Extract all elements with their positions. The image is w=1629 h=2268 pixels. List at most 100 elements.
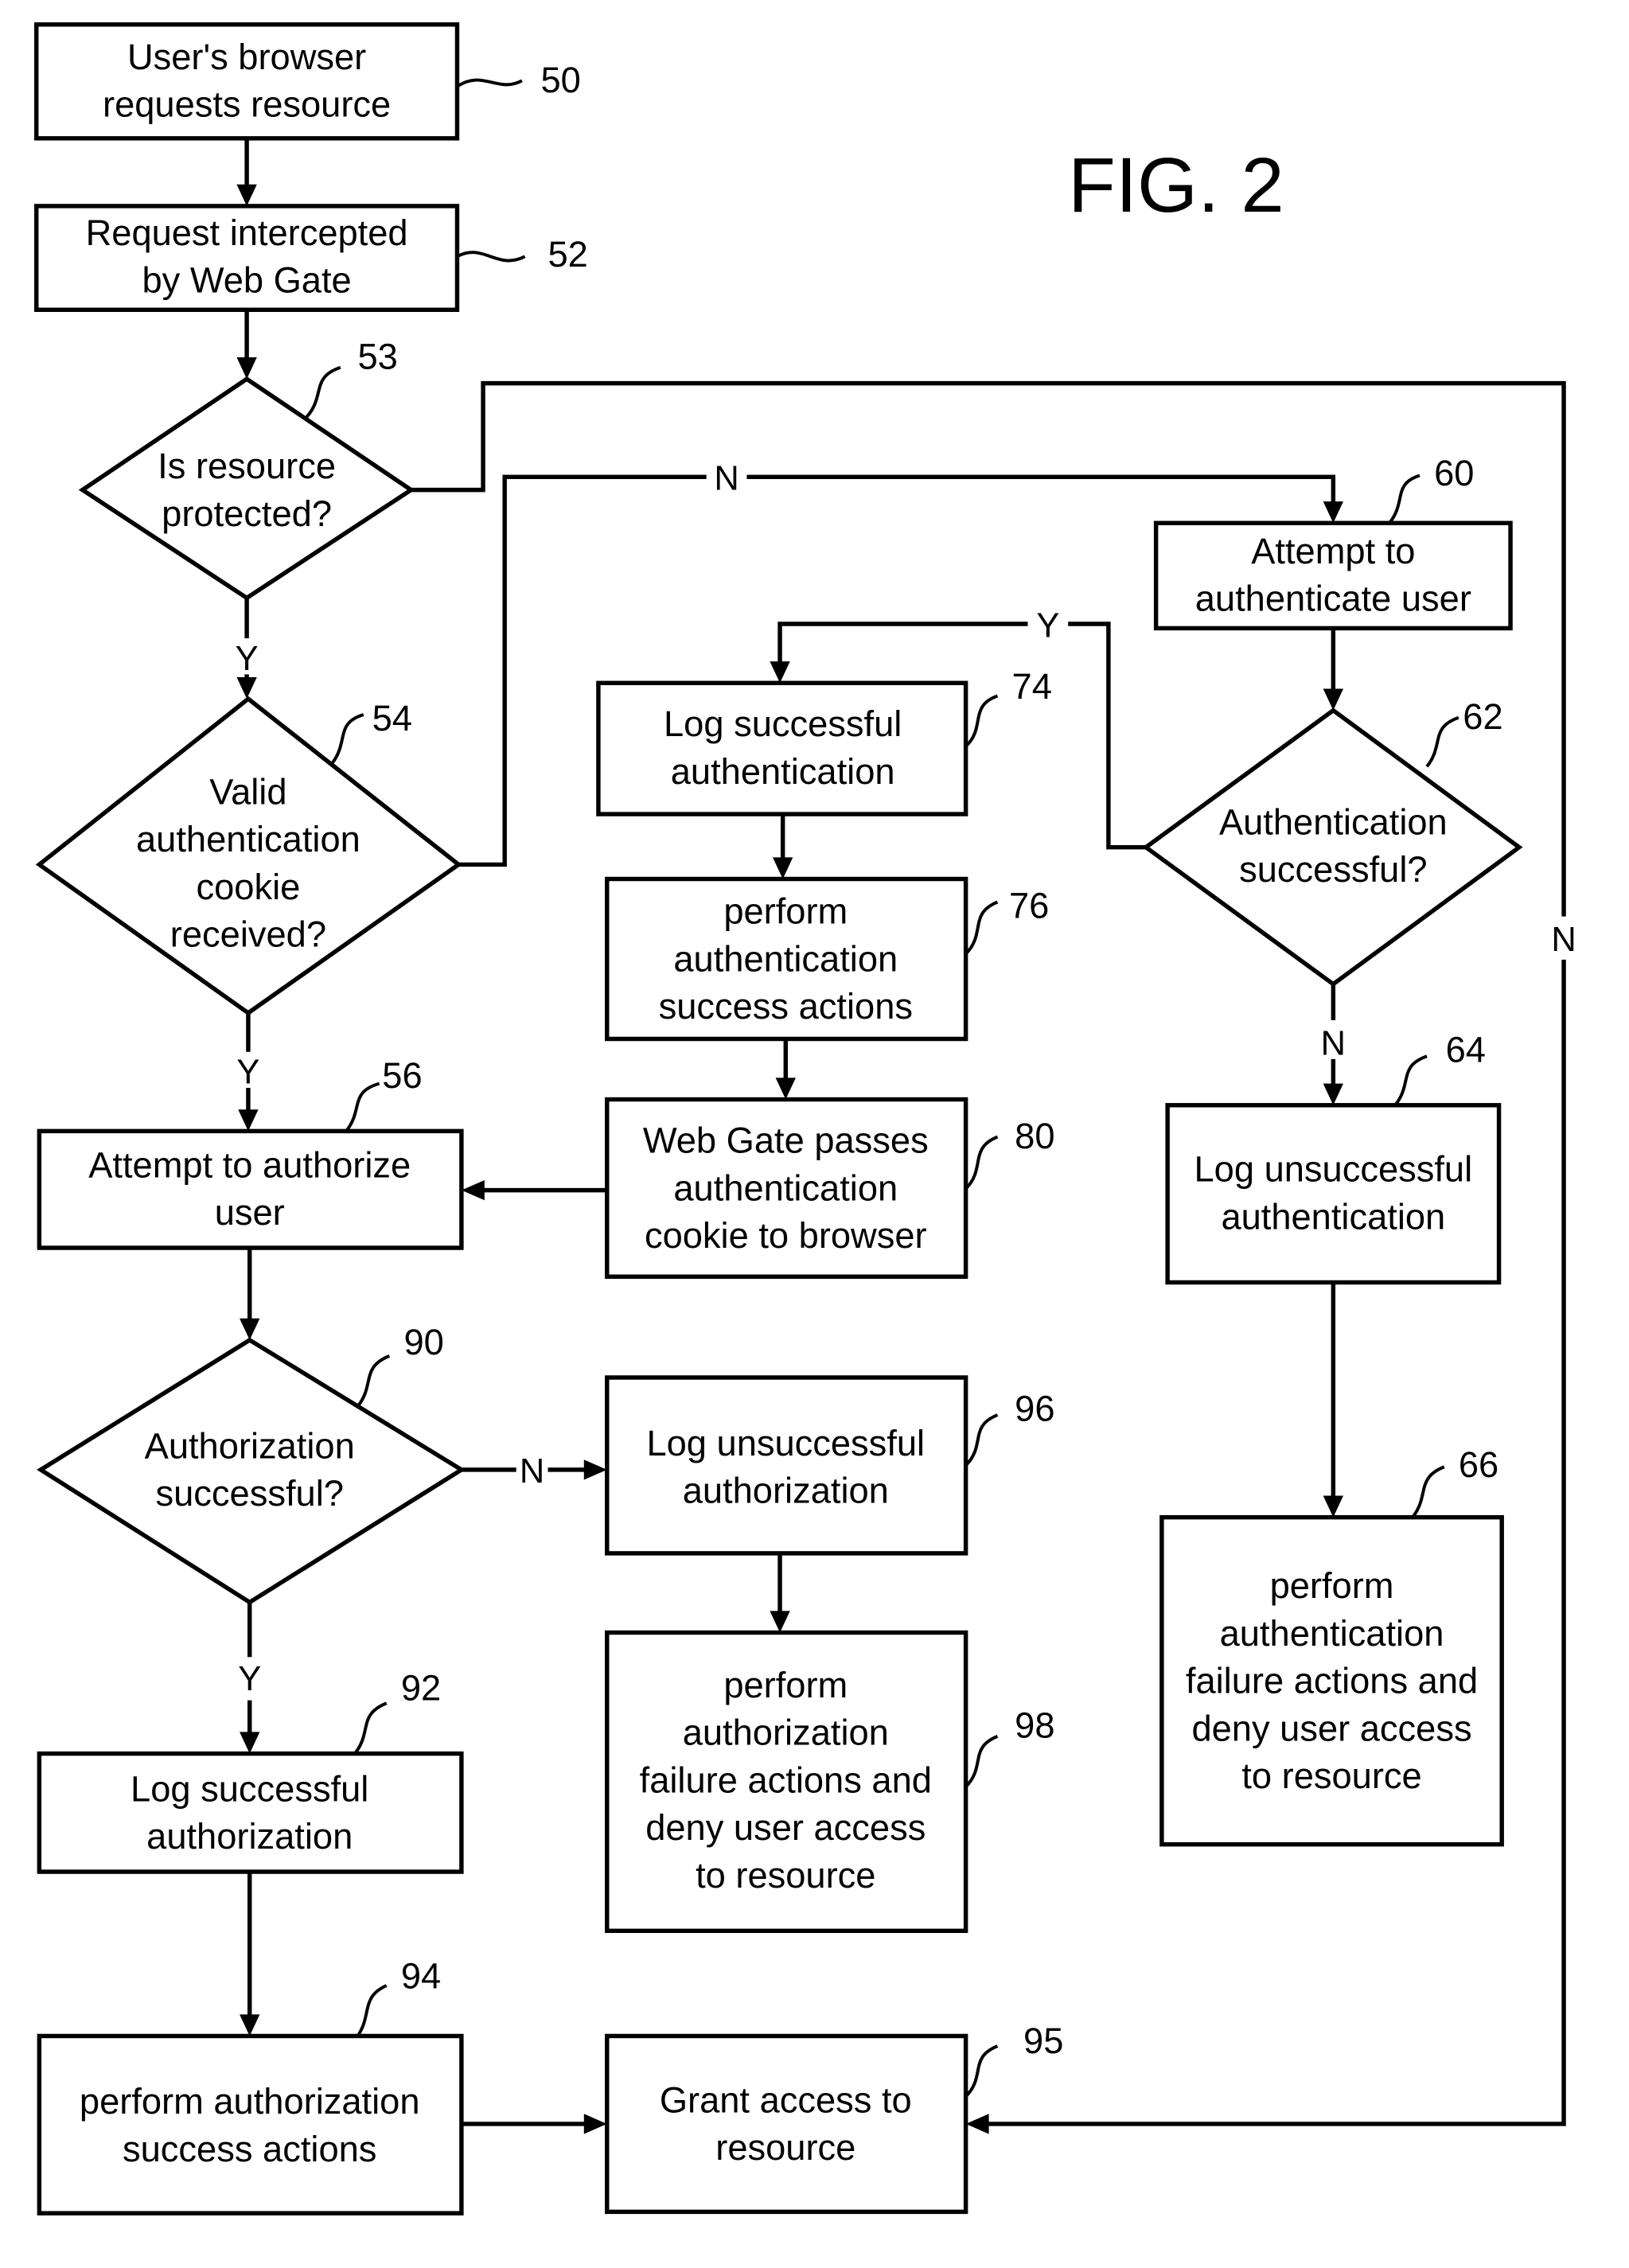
- node-text-line: Grant access to: [660, 2079, 912, 2120]
- node-98-authorization-failure-actions: perform authorization failure actions an…: [605, 1630, 1055, 1934]
- arrowhead-94-95: [583, 2114, 607, 2134]
- reference-number: 90: [403, 1322, 443, 1362]
- arrowhead-52-53: [236, 357, 257, 380]
- arrowhead-60-62: [1323, 688, 1344, 711]
- reference-number: 52: [548, 234, 588, 275]
- label-no-90: N: [520, 1452, 544, 1491]
- node-text-line: successful?: [1239, 849, 1427, 890]
- reference-leader: [304, 365, 341, 419]
- reference-leader: [1388, 473, 1421, 524]
- reference-leader: [1411, 1465, 1445, 1518]
- reference-number: 56: [382, 1055, 422, 1096]
- reference-number: 50: [540, 60, 580, 100]
- node-text-line: authentication: [673, 938, 898, 979]
- node-95-grant-access: Grant access to resource 95: [605, 2021, 1063, 2215]
- node-text-line: Log successful: [131, 1768, 368, 1809]
- node-96-log-unsuccessful-authorization: Log unsuccessful authorization 96: [605, 1375, 1055, 1556]
- reference-number: 80: [1015, 1116, 1054, 1156]
- reference-leader: [353, 1701, 388, 1755]
- label-yes-62: Y: [1036, 606, 1059, 645]
- arrowhead-54-60: [1323, 501, 1344, 524]
- node-text-line: to resource: [696, 1855, 875, 1896]
- reference-number: 62: [1463, 696, 1502, 737]
- node-54-valid-cookie: Valid authentication cookie received? 54: [35, 696, 462, 1016]
- arrowhead-64-66: [1323, 1495, 1344, 1518]
- reference-leader: [456, 78, 523, 88]
- arrowhead-56-90: [240, 1318, 260, 1340]
- node-text-line: Is resource: [158, 446, 336, 486]
- node-74-log-successful-authentication: Log successful authentication 74: [596, 666, 1052, 816]
- node-text-line: successful?: [156, 1473, 344, 1514]
- reference-leader: [345, 1081, 380, 1132]
- node-text-line: perform: [723, 891, 848, 932]
- reference-leader: [965, 1135, 999, 1191]
- node-text-line: received?: [170, 914, 326, 955]
- process-box: [37, 2033, 464, 2215]
- arrowhead-74-76: [772, 857, 793, 879]
- reference-leader: [1425, 715, 1459, 768]
- node-text-line: success actions: [659, 986, 913, 1027]
- node-80-web-gate-passes-cookie: Web Gate passes authentication cookie to…: [605, 1097, 1055, 1279]
- figure-title: FIG. 2: [1068, 141, 1284, 228]
- node-62-authentication-successful: Authentication successful? 62: [1142, 696, 1523, 988]
- node-text-line: authentication: [673, 1167, 898, 1208]
- node-text-line: cookie to browser: [645, 1215, 927, 1256]
- node-text-line: Request intercepted: [86, 212, 408, 253]
- node-text-line: Log unsuccessful: [646, 1423, 925, 1463]
- node-90-authorization-successful: Authorization successful? 90: [37, 1322, 466, 1605]
- node-text-line: User's browser: [127, 37, 366, 77]
- reference-number: 60: [1434, 453, 1474, 493]
- arrowhead-92-94: [240, 2014, 260, 2036]
- reference-number: 74: [1012, 666, 1052, 707]
- node-text-line: requests resource: [103, 84, 391, 125]
- node-text-line: Attempt to authorize: [88, 1144, 411, 1185]
- node-text-line: authorization: [683, 1713, 889, 1753]
- reference-number: 98: [1015, 1705, 1054, 1746]
- node-text-line: by Web Gate: [142, 260, 351, 301]
- reference-number: 96: [1015, 1388, 1054, 1428]
- arrowhead-53-54: [236, 677, 257, 699]
- reference-leader: [965, 900, 999, 956]
- reference-number: 54: [372, 698, 412, 738]
- arrowhead-76-80: [775, 1077, 796, 1100]
- label-yes-54: Y: [236, 1054, 259, 1092]
- reference-number: 95: [1023, 2021, 1063, 2061]
- reference-leader: [965, 694, 999, 748]
- node-text-line: authentication: [671, 751, 895, 792]
- label-no-54: N: [714, 460, 739, 498]
- reference-leader: [1393, 1054, 1428, 1107]
- node-text-line: authenticate user: [1195, 579, 1471, 619]
- node-92-log-successful-authorization: Log successful authorization 92: [37, 1668, 464, 1874]
- flowchart-canvas: FIG. 2 Y Y N N Y N N Y User's browser re…: [34, 22, 1579, 2215]
- process-box: [605, 1375, 968, 1556]
- node-text-line: Log unsuccessful: [1194, 1149, 1473, 1190]
- arrowhead-90-92: [240, 1732, 260, 1754]
- decision-diamond: [78, 376, 415, 601]
- reference-leader: [356, 1354, 391, 1408]
- arrowhead-62-74: [770, 661, 790, 684]
- arrowhead-96-98: [770, 1611, 790, 1633]
- label-no-53: N: [1551, 921, 1576, 959]
- node-text-line: Log successful: [664, 703, 902, 744]
- reference-number: 53: [358, 337, 398, 377]
- node-text-line: failure actions and: [640, 1759, 932, 1800]
- reference-number: 76: [1009, 885, 1049, 926]
- label-no-62: N: [1321, 1024, 1346, 1062]
- node-text-line: Attempt to: [1251, 531, 1415, 571]
- node-text-line: Valid: [209, 771, 286, 812]
- node-text-line: resource: [715, 2127, 855, 2168]
- node-text-line: authorization: [683, 1471, 889, 1511]
- node-text-line: Authentication: [1219, 801, 1448, 842]
- reference-number: 94: [401, 1956, 441, 1997]
- arrowhead-90-96: [583, 1459, 607, 1480]
- node-text-line: cookie: [196, 867, 300, 907]
- arrowhead-53-95: [965, 2114, 989, 2134]
- node-text-line: perform authorization: [80, 2081, 420, 2122]
- node-text-line: deny user access: [1191, 1708, 1471, 1748]
- node-text-line: authentication: [1221, 1197, 1445, 1237]
- reference-number: 66: [1459, 1444, 1498, 1485]
- arrowhead-62-64: [1323, 1083, 1344, 1105]
- node-text-line: authentication: [136, 819, 360, 859]
- node-text-line: deny user access: [645, 1807, 926, 1848]
- node-76-authentication-success-actions: perform authentication success actions 7…: [605, 876, 1049, 1042]
